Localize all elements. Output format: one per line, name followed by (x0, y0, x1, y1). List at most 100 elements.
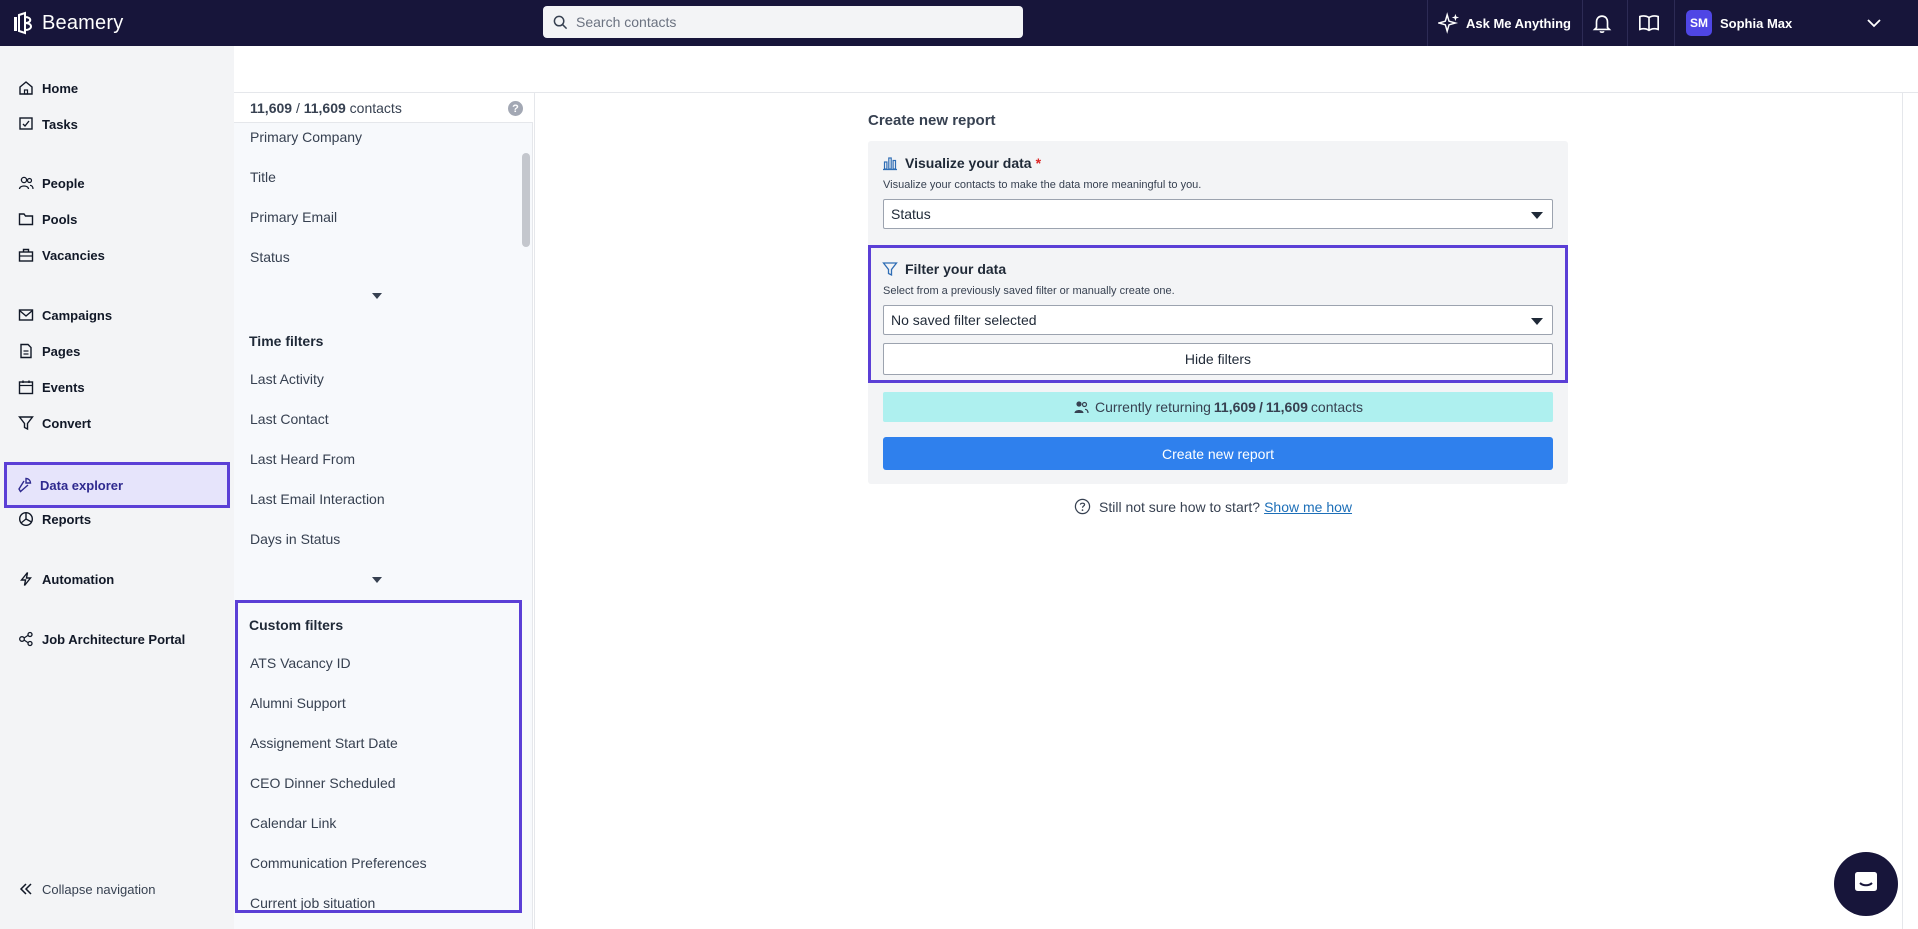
book-icon (1639, 15, 1659, 32)
funnel-icon (882, 262, 898, 277)
divider (1674, 0, 1675, 46)
user-menu[interactable]: SM Sophia Max (1686, 10, 1792, 36)
chat-support-button[interactable] (1834, 852, 1898, 916)
nav-item-events[interactable]: Events (6, 370, 228, 404)
search-icon (553, 15, 568, 29)
nav-label: Vacancies (42, 247, 105, 263)
nav-label: Pools (42, 211, 78, 227)
divider (1627, 0, 1628, 46)
ask-me-anything-label: Ask Me Anything (1466, 15, 1571, 31)
filter-description: Select from a previously saved filter or… (883, 285, 1175, 297)
returning-shown: 11,609 (1213, 399, 1256, 415)
returning-prefix: Currently returning (1094, 399, 1211, 415)
visualize-section-title: Visualize your data * (882, 155, 1041, 171)
nav-item-people[interactable]: People (6, 166, 228, 200)
data-explorer-icon (18, 477, 32, 493)
nav-label: Home (42, 80, 79, 96)
scrollbar-thumb[interactable] (522, 153, 530, 247)
nav-label: Pages (42, 343, 81, 359)
calendar-icon (18, 380, 34, 395)
filter-item[interactable]: Primary Email (250, 209, 337, 225)
filter-panel: 11,609 / 11,609 contacts ? Primary Compa… (234, 93, 533, 929)
user-name: Sophia Max (1720, 15, 1793, 31)
filter-item[interactable]: Last Heard From (250, 451, 355, 467)
visualize-description: Visualize your contacts to make the data… (883, 179, 1202, 191)
count-total: 11,609 (303, 99, 346, 116)
expand-caret-icon[interactable] (372, 293, 382, 299)
people-icon (18, 176, 34, 190)
people-icon (1074, 401, 1089, 414)
nav-label: Reports (42, 511, 92, 527)
divider (1902, 93, 1903, 929)
filter-section-title: Filter your data (882, 261, 1006, 277)
nav-item-job-architecture-portal[interactable]: Job Architecture Portal (6, 622, 228, 656)
time-filters-heading: Time filters (249, 333, 324, 349)
nav-label: Data explorer (40, 477, 124, 493)
nav-item-automation[interactable]: Automation (6, 562, 228, 596)
visualize-selected-value: Status (891, 206, 931, 222)
filter-item[interactable]: Last Contact (250, 411, 329, 427)
returning-suffix: contacts (1310, 399, 1364, 415)
nav-item-home[interactable]: Home (6, 71, 228, 105)
nav-item-pools[interactable]: Pools (6, 202, 228, 236)
avatar: SM (1686, 10, 1712, 36)
sparkle-icon (1438, 12, 1460, 34)
nodes-icon (19, 631, 33, 647)
bell-icon (1592, 15, 1612, 33)
report-builder-card: Visualize your data * Visualize your con… (868, 141, 1568, 484)
folder-icon (18, 213, 34, 226)
nav-item-reports[interactable]: Reports (6, 502, 228, 536)
left-navigation: Home Tasks People Pools Vacancies Campai… (0, 46, 234, 929)
double-chevron-left-icon (19, 883, 32, 895)
filter-item[interactable]: Status (250, 249, 290, 265)
filter-item[interactable]: Primary Company (250, 129, 362, 145)
returning-total: 11,609 (1265, 399, 1308, 415)
collapse-navigation-button[interactable]: Collapse navigation (6, 872, 228, 906)
saved-filter-select[interactable]: No saved filter selected (883, 305, 1553, 335)
saved-filter-selected-value: No saved filter selected (891, 312, 1037, 328)
nav-label: Tasks (42, 116, 78, 132)
returning-separator: / (1258, 399, 1263, 415)
show-me-how-link[interactable]: Show me how (1264, 499, 1352, 515)
custom-filters-highlight (235, 600, 522, 913)
help-hint: Still not sure how to start? Show me how (1074, 498, 1352, 515)
nav-label: Automation (42, 571, 115, 587)
nav-item-pages[interactable]: Pages (6, 334, 228, 368)
nav-item-convert[interactable]: Convert (6, 406, 228, 440)
briefcase-icon (18, 248, 34, 262)
lightning-icon (20, 572, 32, 586)
filter-item[interactable]: Last Activity (250, 371, 324, 387)
nav-label: Events (42, 379, 85, 395)
nav-label: Campaigns (42, 307, 113, 323)
filter-item[interactable]: Title (250, 169, 276, 185)
visualize-select[interactable]: Status (883, 199, 1553, 229)
hide-filters-button[interactable]: Hide filters (883, 343, 1553, 375)
filter-item[interactable]: Days in Status (250, 531, 340, 547)
chat-bubble-icon (1855, 872, 1877, 891)
nav-item-vacancies[interactable]: Vacancies (6, 238, 228, 272)
chevron-down-icon[interactable] (1864, 13, 1884, 33)
collapse-navigation-label: Collapse navigation (42, 881, 156, 897)
filter-item[interactable]: Last Email Interaction (250, 491, 385, 507)
count-suffix: contacts (345, 99, 402, 116)
top-bar: Beamery Ask Me Anything SM Sophia Max (0, 0, 1918, 46)
help-icon[interactable]: ? (508, 101, 523, 116)
notifications-button[interactable] (1590, 11, 1614, 35)
search-bar[interactable] (543, 6, 1023, 38)
logo-text: Beamery (42, 11, 124, 34)
beamery-logo[interactable]: Beamery (12, 11, 123, 35)
help-center-button[interactable] (1637, 11, 1661, 35)
ask-me-anything-button[interactable]: Ask Me Anything (1438, 12, 1571, 34)
divider (1582, 0, 1583, 46)
home-icon (19, 81, 33, 95)
nav-item-campaigns[interactable]: Campaigns (6, 298, 228, 332)
funnel-icon (18, 416, 34, 431)
page-icon (20, 343, 32, 359)
search-input[interactable] (576, 14, 996, 30)
nav-label: Job Architecture Portal (42, 631, 186, 647)
nav-label: Convert (42, 415, 92, 431)
nav-item-tasks[interactable]: Tasks (6, 107, 228, 141)
create-new-report-button[interactable]: Create new report (883, 437, 1553, 470)
expand-caret-icon[interactable] (372, 577, 382, 583)
reports-icon (18, 511, 34, 527)
